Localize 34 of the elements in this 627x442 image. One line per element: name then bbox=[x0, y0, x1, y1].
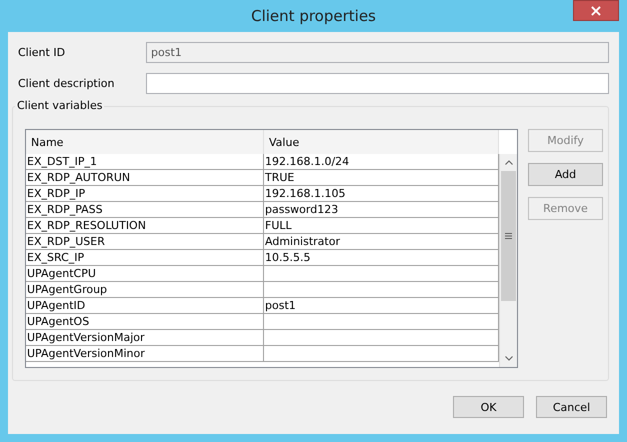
table-cell: UPAgentID bbox=[26, 298, 264, 314]
table-cell: Administrator bbox=[264, 234, 499, 250]
table-cell: FULL bbox=[264, 218, 499, 234]
field-label: Client description bbox=[18, 77, 116, 90]
table-cell: UPAgentVersionMinor bbox=[26, 346, 264, 362]
table-cell: EX_RDP_PASS bbox=[26, 202, 264, 218]
table-cell: UPAgentCPU bbox=[26, 266, 264, 282]
text-field[interactable] bbox=[146, 73, 609, 94]
table-cell: password123 bbox=[264, 202, 499, 218]
table-cell: TRUE bbox=[264, 170, 499, 186]
table-cell: EX_RDP_USER bbox=[26, 234, 264, 250]
table-cell: EX_DST_IP_1 bbox=[26, 154, 264, 170]
table-cell: EX_SRC_IP bbox=[26, 250, 264, 266]
cancel-button[interactable]: Cancel bbox=[536, 396, 607, 418]
group-title: Client variables bbox=[15, 99, 104, 112]
table-cell: EX_RDP_RESOLUTION bbox=[26, 218, 264, 234]
table-cell: 192.168.1.105 bbox=[264, 186, 499, 202]
table-cell: UPAgentVersionMajor bbox=[26, 330, 264, 346]
table-cell: UPAgentGroup bbox=[26, 282, 264, 298]
close-button[interactable]: × bbox=[573, 0, 619, 21]
grip-icon bbox=[505, 233, 512, 239]
window-title: Client properties bbox=[251, 7, 376, 25]
table-cell: 10.5.5.5 bbox=[264, 250, 499, 266]
scrollbar[interactable] bbox=[499, 154, 517, 367]
table-cell: 192.168.1.0/24 bbox=[264, 154, 499, 170]
table-cell: EX_RDP_IP bbox=[26, 186, 264, 202]
field-label: Client ID bbox=[18, 46, 66, 59]
column-header[interactable]: Name bbox=[26, 130, 264, 154]
column-header[interactable]: Value bbox=[264, 130, 499, 154]
table-cell: EX_RDP_AUTORUN bbox=[26, 170, 264, 186]
add-button[interactable]: Add bbox=[528, 163, 603, 186]
table-cell: post1 bbox=[264, 298, 499, 314]
ok-button[interactable]: OK bbox=[453, 396, 524, 418]
table-cell: UPAgentOS bbox=[26, 314, 264, 330]
